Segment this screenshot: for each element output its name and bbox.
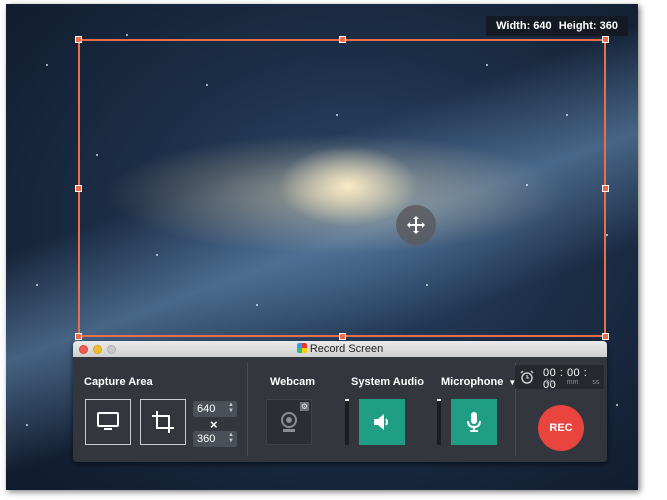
timer-seconds-label: ss: [592, 379, 600, 386]
webcam-label: Webcam: [270, 376, 316, 388]
resize-handle-top-left[interactable]: [75, 36, 82, 43]
system-audio-level-meter: [345, 399, 349, 445]
speaker-icon: [374, 414, 388, 430]
height-input[interactable]: 360 ▲ ▼: [193, 431, 237, 447]
capture-area-frame[interactable]: [75, 36, 609, 340]
custom-area-button[interactable]: [140, 399, 186, 445]
microphone-toggle-button[interactable]: [451, 399, 497, 445]
times-sign: ×: [210, 417, 218, 432]
dimensions-label: Width: 640 Height: 360: [486, 16, 628, 36]
resize-handle-right[interactable]: [602, 185, 609, 192]
resize-handle-bottom[interactable]: [339, 333, 346, 340]
microphone-dropdown[interactable]: Microphone ▼: [441, 376, 516, 388]
width-label: Width: 640: [496, 20, 552, 32]
capture-area-label: Capture Area: [84, 376, 153, 388]
app-logo-icon: [296, 343, 307, 353]
resize-handle-top[interactable]: [339, 36, 346, 43]
timer-hours-label: hh: [546, 379, 554, 386]
move-button[interactable]: [396, 205, 436, 245]
title-bar: Record Screen: [73, 341, 607, 357]
fullscreen-capture-button[interactable]: [85, 399, 131, 445]
timer-minutes-label: mm: [566, 379, 579, 386]
resize-handle-left[interactable]: [75, 185, 82, 192]
webcam-icon: [281, 412, 297, 432]
monitor-icon: [97, 412, 119, 430]
record-screen-panel: Record Screen Capture Area 640 ▲ ▼ × 360…: [73, 341, 607, 462]
window-title: Record Screen: [73, 343, 607, 355]
resize-handle-top-right[interactable]: [602, 36, 609, 43]
height-label: Height: 360: [558, 20, 618, 32]
scheduled-timer[interactable]: 00 : 00 : 00 hh mm ss: [515, 365, 604, 391]
microphone-level-meter: [437, 399, 441, 445]
crop-icon: [152, 411, 174, 433]
microphone-icon: [467, 412, 481, 432]
desktop-wallpaper: Width: 640 Height: 360 Record Screen Cap…: [6, 4, 638, 490]
width-input[interactable]: 640 ▲ ▼: [193, 401, 237, 417]
timer-hours: 00: [543, 367, 557, 379]
system-audio-label: System Audio: [351, 376, 424, 388]
resize-handle-bottom-right[interactable]: [602, 333, 609, 340]
rec-button[interactable]: REC: [538, 405, 584, 451]
resize-handle-bottom-left[interactable]: [75, 333, 82, 340]
move-icon: [407, 216, 425, 234]
gear-icon[interactable]: ⚙: [300, 402, 309, 411]
alarm-clock-icon: [520, 370, 534, 384]
width-stepper[interactable]: ▲ ▼: [228, 402, 234, 414]
system-audio-toggle-button[interactable]: [359, 399, 405, 445]
timer-minutes: 00: [566, 367, 581, 379]
height-stepper[interactable]: ▲ ▼: [228, 432, 234, 444]
webcam-toggle-button[interactable]: ⚙: [266, 399, 312, 445]
